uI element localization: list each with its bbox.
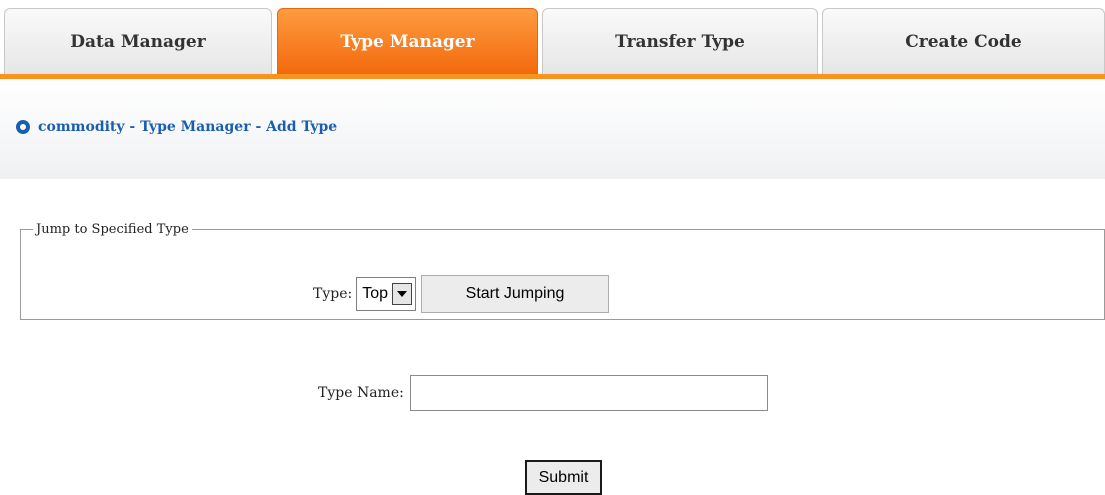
breadcrumb-text: commodity - Type Manager - Add Type [38, 119, 338, 135]
radio-bullet-icon [16, 120, 30, 134]
tab-create-code[interactable]: Create Code [822, 8, 1105, 74]
breadcrumb: commodity - Type Manager - Add Type [16, 119, 337, 135]
jump-row: Type: Top Start Jumping [313, 275, 610, 313]
type-select-value: Top [362, 285, 389, 302]
jump-to-type-fieldset: Jump to Specified Type Type: Top Start J… [20, 222, 1105, 320]
type-name-input[interactable] [409, 375, 768, 411]
tab-transfer-type[interactable]: Transfer Type [542, 8, 818, 74]
jump-legend: Jump to Specified Type [36, 222, 189, 237]
type-label: Type: [313, 286, 353, 302]
type-name-row: Type Name: [318, 375, 768, 411]
tab-data-manager[interactable]: Data Manager [4, 8, 272, 74]
tab-bar: Data Manager Type Manager Transfer Type … [0, 0, 1105, 80]
start-jumping-button[interactable]: Start Jumping [421, 275, 610, 313]
type-name-label: Type Name: [318, 385, 404, 401]
tab-type-manager[interactable]: Type Manager [277, 8, 538, 74]
dropdown-arrow-icon[interactable] [392, 283, 413, 305]
submit-button[interactable]: Submit [525, 460, 602, 495]
breadcrumb-bar: commodity - Type Manager - Add Type [0, 79, 1105, 179]
type-select[interactable]: Top [356, 277, 417, 311]
